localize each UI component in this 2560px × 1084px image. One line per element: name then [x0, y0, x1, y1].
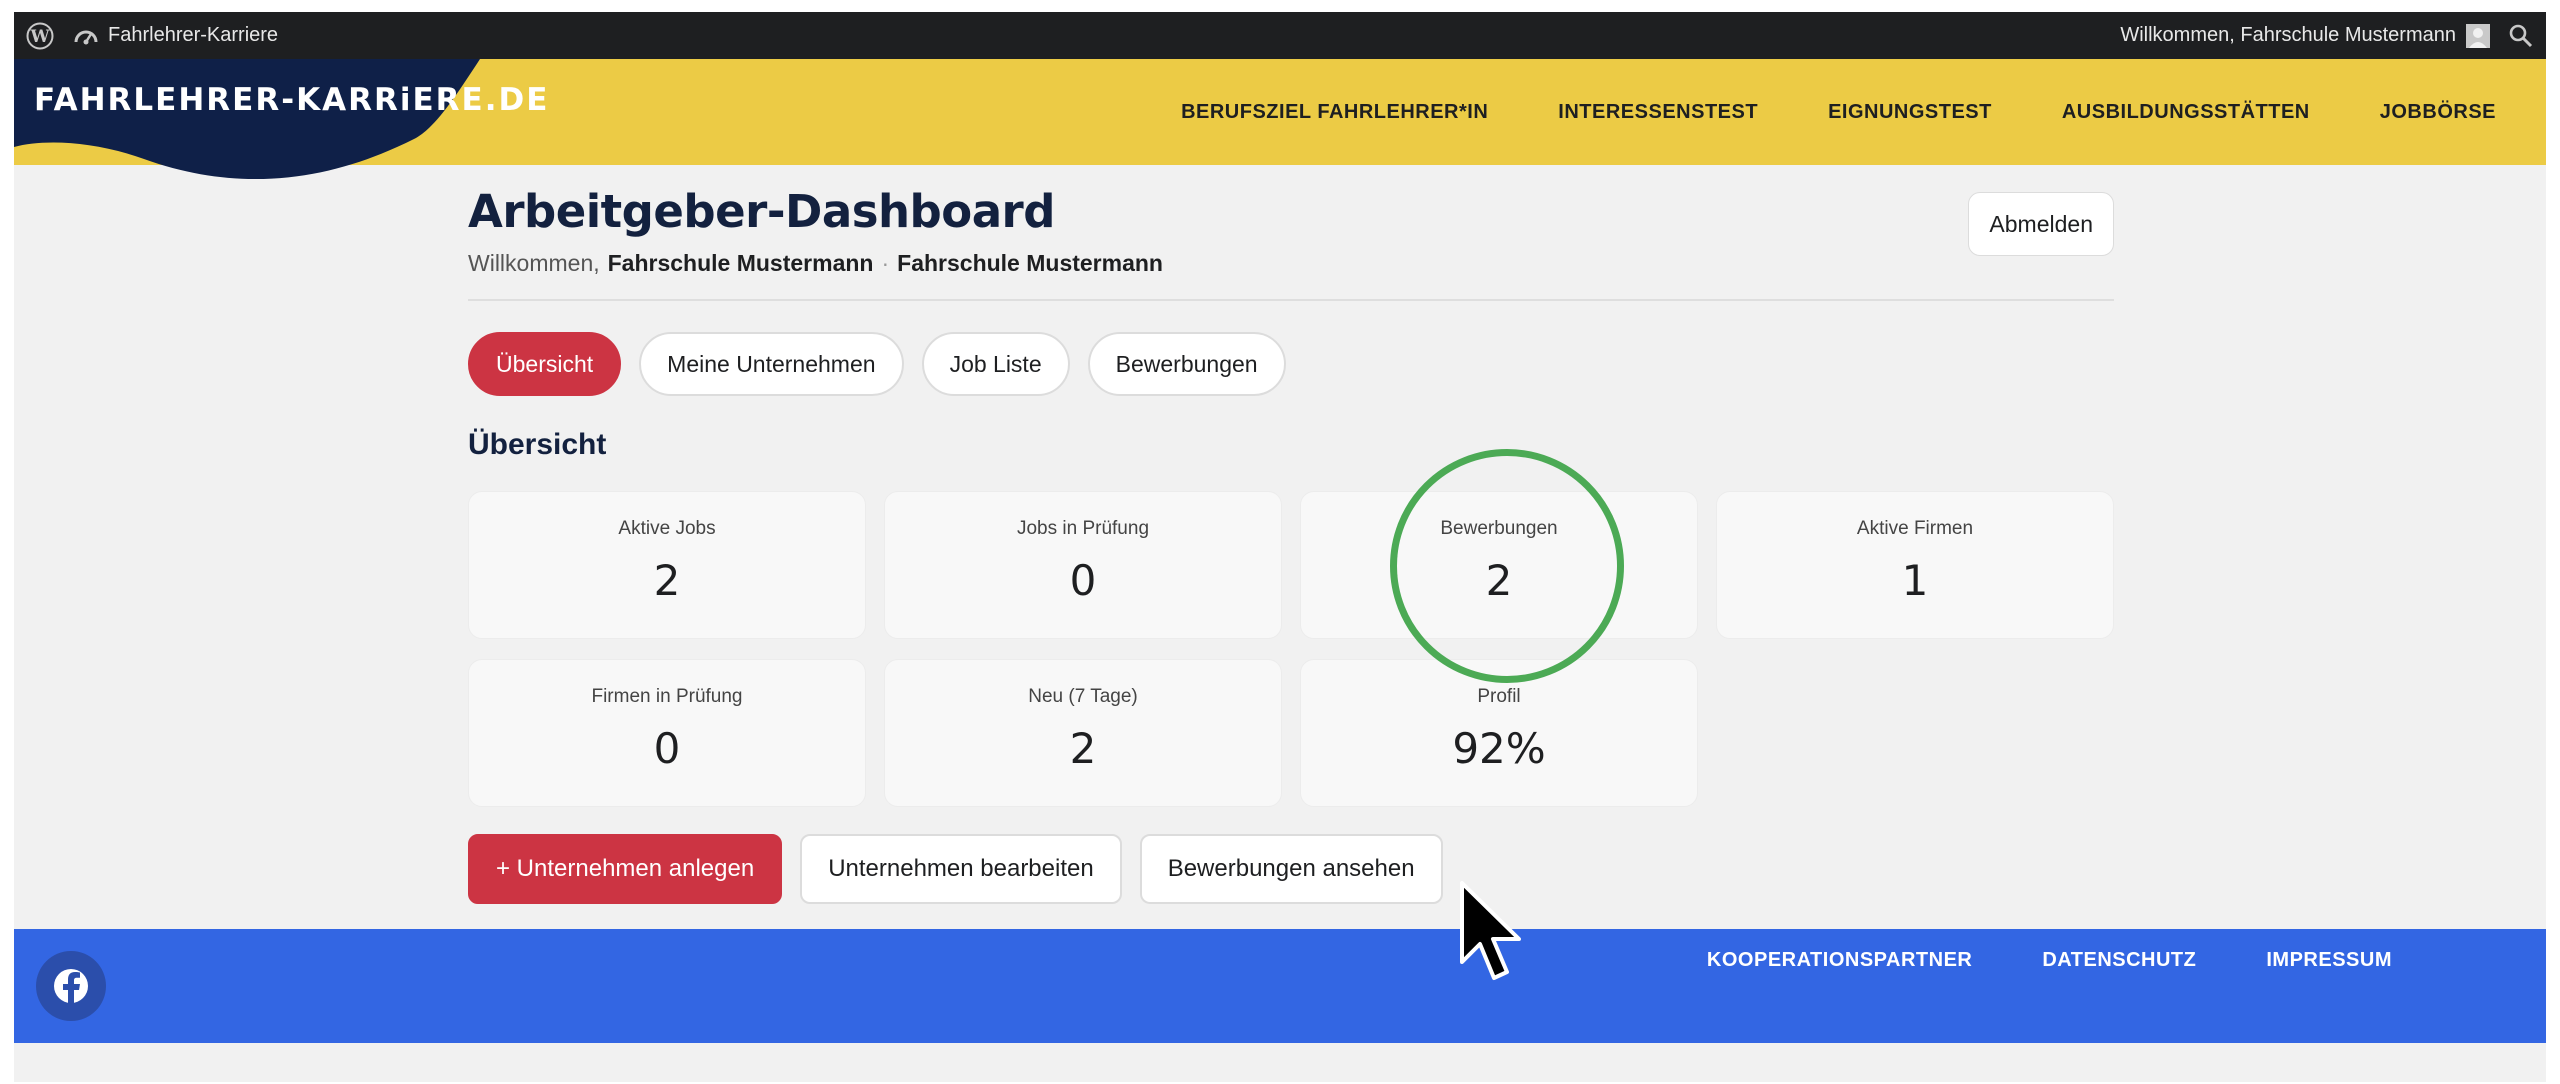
- stat-value: 1: [1901, 556, 1929, 605]
- action-bar: + Unternehmen anlegen Unternehmen bearbe…: [468, 834, 1443, 904]
- tab-uebersicht[interactable]: Übersicht: [468, 332, 622, 396]
- logout-button[interactable]: Abmelden: [1968, 192, 2114, 256]
- admin-site-name: Fahrlehrer-Karriere: [108, 24, 279, 46]
- nav-eignungstest[interactable]: EIGNUNGSTEST: [1828, 101, 1992, 124]
- edit-company-button[interactable]: Unternehmen bearbeiten: [800, 834, 1122, 904]
- stat-value: 2: [1069, 724, 1097, 773]
- admin-account-menu[interactable]: Willkommen, Fahrschule Mustermann: [2120, 12, 2490, 59]
- separator-dot: ·: [881, 250, 890, 276]
- welcome-line: Willkommen, Fahrschule Mustermann · Fahr…: [468, 250, 1163, 277]
- dashboard-gauge-icon: [74, 30, 98, 44]
- stat-card-bewerbungen: Bewerbungen 2: [1300, 491, 1698, 639]
- svg-text:W: W: [29, 27, 50, 47]
- avatar: [2466, 23, 2490, 48]
- stat-card-firmen-in-pruefung: Firmen in Prüfung 0: [468, 659, 866, 807]
- stat-label: Bewerbungen: [1440, 518, 1558, 539]
- stat-card-profil: Profil 92%: [1300, 659, 1698, 807]
- dashboard-tabs: Übersicht Meine Unternehmen Job Liste Be…: [468, 332, 1286, 396]
- stat-card-jobs-in-pruefung: Jobs in Prüfung 0: [884, 491, 1282, 639]
- stat-card-neu-7-tage: Neu (7 Tage) 2: [884, 659, 1282, 807]
- divider: [468, 299, 2114, 301]
- footer-link-impressum[interactable]: IMPRESSUM: [2266, 949, 2392, 972]
- stat-label: Jobs in Prüfung: [1016, 518, 1150, 539]
- company-name: Fahrschule Mustermann: [897, 250, 1163, 276]
- stat-label: Neu (7 Tage): [1028, 686, 1138, 707]
- admin-greeting: Willkommen, Fahrschule Mustermann: [2120, 24, 2456, 46]
- tab-job-liste[interactable]: Job Liste: [921, 332, 1070, 396]
- view-applications-button[interactable]: Bewerbungen ansehen: [1139, 834, 1443, 904]
- facebook-link[interactable]: [36, 951, 106, 1021]
- logo-background-shape: [14, 59, 480, 180]
- stat-value: 92%: [1452, 724, 1546, 773]
- footer-navigation: KOOPERATIONSPARTNER DATENSCHUTZ IMPRESSU…: [1707, 929, 2392, 991]
- user-name: Fahrschule Mustermann: [607, 250, 874, 276]
- footer-link-datenschutz[interactable]: DATENSCHUTZ: [2042, 949, 2196, 972]
- stat-value: 0: [653, 724, 681, 773]
- facebook-icon: [54, 969, 88, 1003]
- stat-value: 0: [1069, 556, 1097, 605]
- nav-jobboerse[interactable]: JOBBÖRSE: [2380, 101, 2496, 124]
- page-title: Arbeitgeber-Dashboard: [468, 185, 1055, 238]
- main-navigation: BERUFSZIEL FAHRLEHRER*IN INTERESSENSTEST…: [1181, 59, 2496, 165]
- section-title: Übersicht: [468, 428, 607, 461]
- add-company-button[interactable]: + Unternehmen anlegen: [468, 834, 783, 904]
- stat-label: Firmen in Prüfung: [591, 686, 743, 707]
- stat-value: 2: [653, 556, 681, 605]
- footer-link-kooperationspartner[interactable]: KOOPERATIONSPARTNER: [1707, 949, 1972, 972]
- dashboard-content: Arbeitgeber-Dashboard Willkommen, Fahrsc…: [454, 165, 2114, 935]
- admin-bar: W Fahrlehrer-Karriere Willkommen, Fahrsc…: [14, 12, 2546, 59]
- stat-card-aktive-firmen: Aktive Firmen 1: [1716, 491, 2114, 639]
- admin-site-link[interactable]: Fahrlehrer-Karriere: [74, 12, 278, 59]
- site-logo[interactable]: FAHRLEHRER-KARRiERE.DE: [34, 82, 549, 118]
- tab-meine-unternehmen[interactable]: Meine Unternehmen: [639, 332, 904, 396]
- browser-viewport: W Fahrlehrer-Karriere Willkommen, Fahrsc…: [14, 12, 2546, 1082]
- nav-berufsziel[interactable]: BERUFSZIEL FAHRLEHRER*IN: [1181, 101, 1488, 124]
- search-icon[interactable]: [2508, 23, 2534, 49]
- site-footer: KOOPERATIONSPARTNER DATENSCHUTZ IMPRESSU…: [14, 929, 2546, 1043]
- nav-interessenstest[interactable]: INTERESSENSTEST: [1558, 101, 1758, 124]
- tab-bewerbungen[interactable]: Bewerbungen: [1087, 332, 1286, 396]
- stat-label: Profil: [1477, 686, 1521, 707]
- stat-value: 2: [1485, 556, 1513, 605]
- stat-label: Aktive Firmen: [1856, 518, 1974, 539]
- welcome-prefix: Willkommen,: [468, 250, 600, 276]
- mouse-pointer-icon: [1460, 881, 1521, 980]
- stat-label: Aktive Jobs: [618, 518, 716, 539]
- stat-card-aktive-jobs: Aktive Jobs 2: [468, 491, 866, 639]
- nav-ausbildungsstaetten[interactable]: AUSBILDUNGSSTÄTTEN: [2062, 101, 2310, 124]
- wordpress-icon[interactable]: W: [26, 22, 54, 50]
